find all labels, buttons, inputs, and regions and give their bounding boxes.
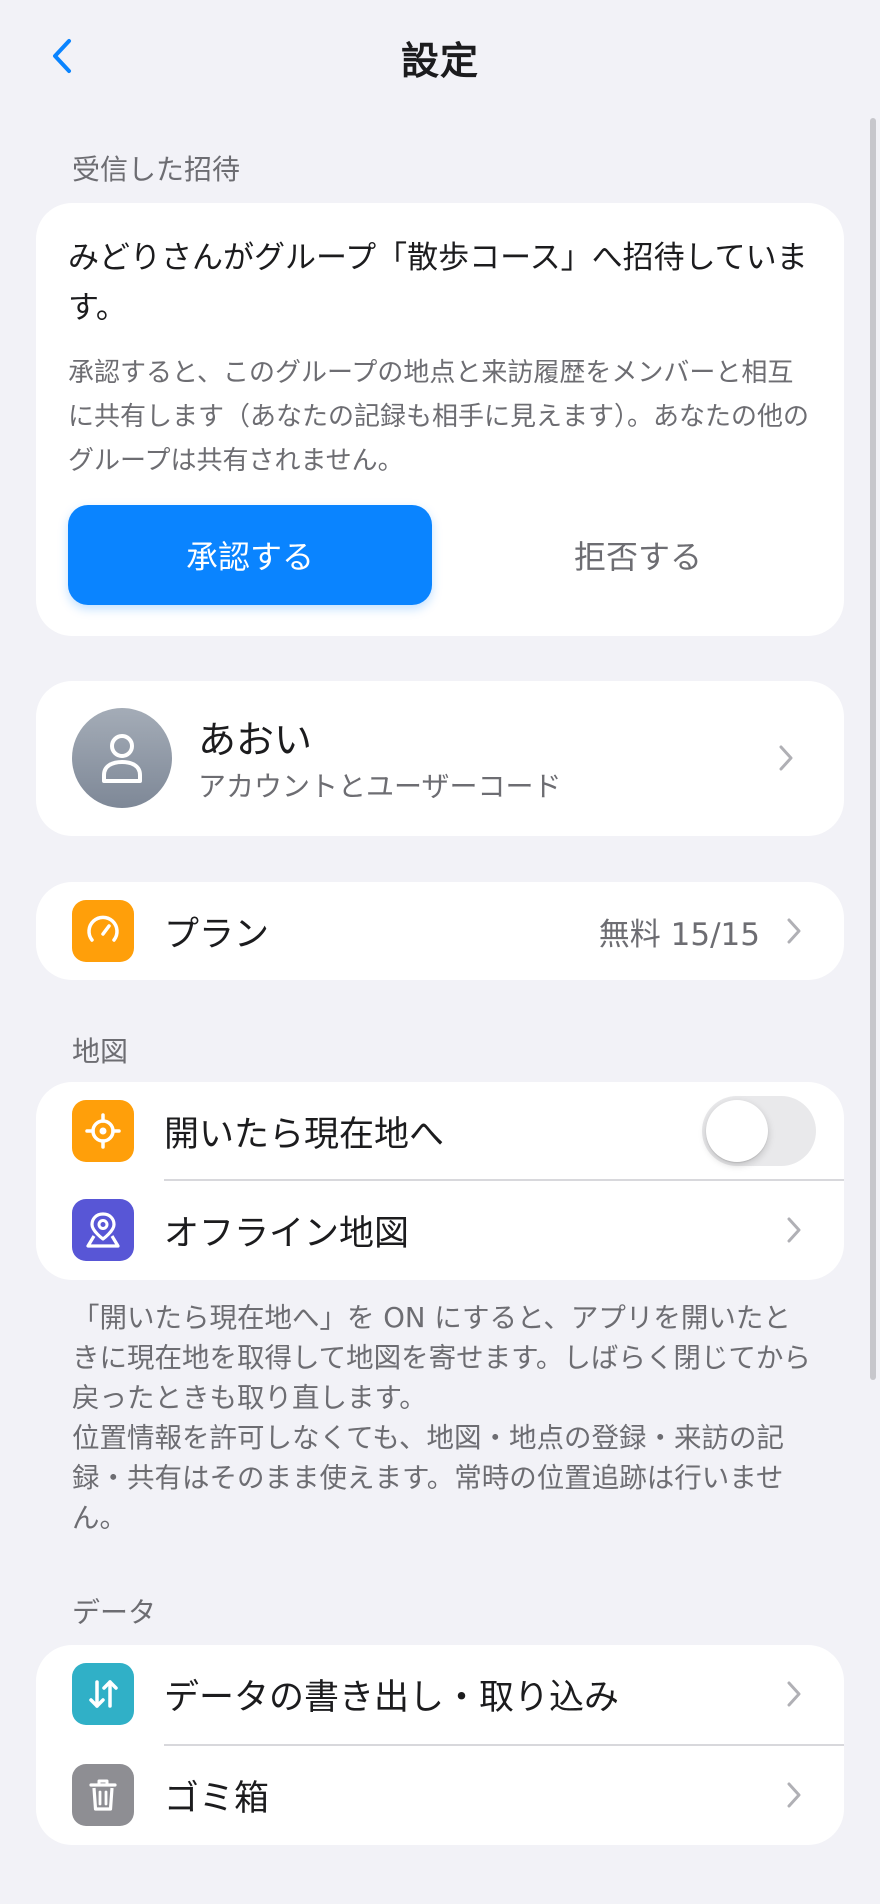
profile-name: あおい xyxy=(198,718,313,762)
data-card: データの書き出し・取り込み ゴミ箱 xyxy=(36,1645,844,1845)
navigation-bar: 設定 xyxy=(0,0,880,110)
offline-map-row[interactable]: オフライン地図 xyxy=(36,1181,844,1279)
plan-row[interactable]: プラン 無料 15/15 xyxy=(36,882,844,980)
page-title: 設定 xyxy=(400,39,479,83)
map-pin-icon xyxy=(72,1199,134,1261)
data-section-header: データ xyxy=(72,1596,157,1629)
toggle-knob xyxy=(706,1100,768,1162)
trash-row[interactable]: ゴミ箱 xyxy=(36,1746,844,1844)
map-section-header: 地図 xyxy=(72,1035,129,1068)
footnote-paragraph: 「開いたら現在地へ」を ON にすると、アプリを開いたときに現在地を取得して地図… xyxy=(72,1302,811,1414)
locate-on-open-toggle[interactable] xyxy=(702,1096,816,1166)
trash-icon xyxy=(72,1764,134,1826)
plan-card: プラン 無料 15/15 xyxy=(36,882,844,980)
map-card: 開いたら現在地へ オフライン地図 xyxy=(36,1082,844,1280)
locate-on-open-row: 開いたら現在地へ xyxy=(36,1082,844,1180)
invite-title: みどりさんがグループ「散歩コース」へ招待しています。 xyxy=(68,240,808,326)
chevron-right-icon xyxy=(775,743,797,773)
invite-card: みどりさんがグループ「散歩コース」へ招待しています。 承認すると、このグループの… xyxy=(36,203,844,636)
chevron-right-icon xyxy=(783,1780,805,1810)
arrows-up-down-icon xyxy=(72,1663,134,1725)
offline-map-label: オフライン地図 xyxy=(164,1213,410,1254)
person-icon xyxy=(102,734,142,783)
gauge-icon xyxy=(72,900,134,962)
footnote-paragraph: 位置情報を許可しなくても、地図・地点の登録・来訪の記録・共有はそのまま使えます。… xyxy=(72,1422,784,1534)
plan-label: プラン xyxy=(164,914,270,955)
invite-description: 承認すると、このグループの地点と来訪履歴をメンバーと相互に共有します（あなたの記… xyxy=(68,358,810,476)
export-import-label: データの書き出し・取り込み xyxy=(164,1677,620,1718)
profile-subtitle: アカウントとユーザーコード xyxy=(198,770,562,803)
invites-section-header: 受信した招待 xyxy=(72,153,241,186)
chevron-right-icon xyxy=(783,1215,805,1245)
locate-on-open-label: 開いたら現在地へ xyxy=(164,1114,445,1155)
scroll-indicator[interactable] xyxy=(870,118,876,1380)
plan-value: 無料 15/15 xyxy=(598,916,760,953)
trash-label: ゴミ箱 xyxy=(164,1778,270,1819)
export-import-row[interactable]: データの書き出し・取り込み xyxy=(36,1645,844,1743)
crosshair-icon xyxy=(72,1100,134,1162)
accept-button[interactable]: 承認する xyxy=(68,505,432,605)
profile-row[interactable]: あおい アカウントとユーザーコード xyxy=(36,681,844,836)
chevron-right-icon xyxy=(783,1679,805,1709)
chevron-right-icon xyxy=(783,916,805,946)
decline-button[interactable]: 拒否する xyxy=(456,505,820,605)
map-footnote: 「開いたら現在地へ」を ON にすると、アプリを開いたときに現在地を取得して地図… xyxy=(72,1298,812,1538)
avatar xyxy=(72,708,172,808)
